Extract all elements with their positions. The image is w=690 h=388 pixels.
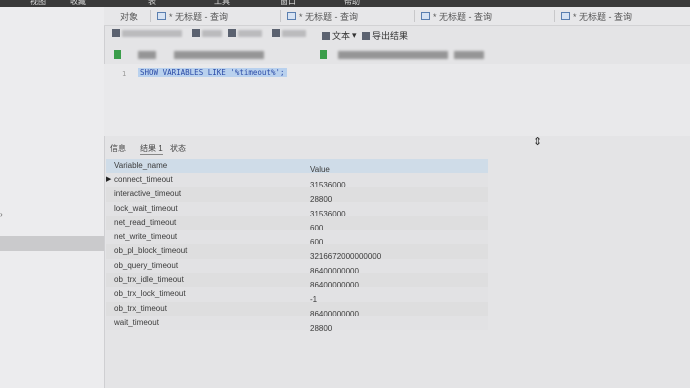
connection-icon bbox=[114, 50, 121, 59]
table-row[interactable]: net_write_timeout 600 bbox=[106, 230, 488, 247]
table-row[interactable]: ob_trx_timeout 86400000000 bbox=[106, 301, 488, 319]
sidebar-selected-item[interactable] bbox=[0, 236, 104, 251]
tab-separator bbox=[150, 10, 151, 22]
menu-item-favorites[interactable]: 收藏 bbox=[70, 0, 86, 7]
text-button[interactable]: 文本 ▾ bbox=[322, 29, 357, 42]
menu-item-window[interactable]: 窗口 bbox=[280, 0, 296, 7]
query-icon bbox=[287, 12, 296, 20]
table-row[interactable]: ob_pl_block_timeout 3216672000000000 bbox=[106, 244, 488, 261]
format-button[interactable] bbox=[228, 29, 262, 37]
beautify-button[interactable] bbox=[272, 29, 306, 37]
tab-result-1[interactable]: 结果 1 bbox=[140, 143, 163, 155]
table-row[interactable]: lock_wait_timeout 31536000 bbox=[106, 201, 488, 219]
menu-item-view[interactable]: 视图 bbox=[30, 0, 46, 7]
table-row[interactable]: ▶ connect_timeout 31536000 bbox=[106, 173, 488, 190]
chevron-right-icon[interactable]: › bbox=[0, 210, 3, 219]
grid-header: Variable_name Value bbox=[106, 159, 488, 174]
chevron-down-icon: ▾ bbox=[352, 30, 357, 40]
export-results-button[interactable]: 导出结果 bbox=[362, 29, 408, 42]
tab-label: * 无标题 - 查询 bbox=[299, 11, 359, 22]
cell-variable-name[interactable]: ob_query_timeout bbox=[114, 261, 178, 270]
column-header-variable-name[interactable]: Variable_name bbox=[114, 161, 167, 170]
save-button[interactable] bbox=[112, 29, 182, 37]
text-label: 文本 bbox=[332, 31, 351, 41]
tab-status[interactable]: 状态 bbox=[170, 143, 186, 154]
tab-label: * 无标题 - 查询 bbox=[169, 11, 229, 22]
tab-label: 对象 bbox=[120, 11, 139, 22]
cell-variable-name[interactable]: ob_pl_block_timeout bbox=[114, 246, 187, 255]
builder-icon bbox=[192, 29, 200, 37]
tab-separator bbox=[554, 10, 555, 22]
cell-variable-name[interactable]: ob_trx_timeout bbox=[114, 304, 167, 313]
cell-variable-name[interactable]: wait_timeout bbox=[114, 318, 159, 327]
table-row[interactable]: interactive_timeout 28800 bbox=[106, 187, 488, 204]
tab-separator bbox=[414, 10, 415, 22]
query-icon bbox=[421, 12, 430, 20]
query-builder-button[interactable] bbox=[192, 29, 222, 37]
tab-query-4[interactable]: * 无标题 - 查询 bbox=[554, 9, 632, 23]
sidebar-menubar: 视图 收藏 bbox=[0, 0, 104, 7]
connection-bar bbox=[104, 47, 690, 63]
sql-editor[interactable]: 1 SHOW VARIABLES LIKE '%timeout%'; bbox=[104, 64, 690, 136]
database-selector[interactable] bbox=[338, 51, 448, 59]
cell-variable-name[interactable]: interactive_timeout bbox=[114, 189, 181, 198]
table-row[interactable]: ob_query_timeout 86400000000 bbox=[106, 258, 488, 276]
database-selector[interactable] bbox=[454, 51, 484, 59]
table-row[interactable]: wait_timeout 28800 bbox=[106, 315, 488, 333]
cell-variable-name[interactable]: connect_timeout bbox=[114, 175, 173, 184]
current-row-marker-icon: ▶ bbox=[106, 176, 112, 183]
tab-query-1[interactable]: * 无标题 - 查询 bbox=[150, 9, 228, 23]
text-icon bbox=[322, 31, 330, 40]
tab-query-2[interactable]: * 无标题 - 查询 bbox=[280, 9, 358, 23]
cell-variable-name[interactable]: lock_wait_timeout bbox=[114, 204, 178, 213]
query-icon bbox=[561, 12, 570, 20]
table-row[interactable]: ob_trx_idle_timeout 86400000000 bbox=[106, 273, 488, 290]
blurred-label bbox=[202, 29, 222, 37]
table-row[interactable]: net_read_timeout 600 bbox=[106, 215, 488, 233]
blurred-label bbox=[282, 29, 306, 37]
menu-item-table[interactable]: 表 bbox=[148, 0, 156, 7]
tab-query-3[interactable]: * 无标题 - 查询 bbox=[414, 9, 492, 23]
export-icon bbox=[362, 31, 370, 40]
connection-selector[interactable] bbox=[138, 51, 156, 59]
database-icon bbox=[320, 50, 327, 59]
result-grid[interactable]: Variable_name Value ▶ connect_timeout 3153… bbox=[106, 159, 488, 333]
blurred-label bbox=[122, 29, 182, 37]
cell-variable-name[interactable]: net_read_timeout bbox=[114, 218, 176, 227]
cell-variable-name[interactable]: ob_trx_lock_timeout bbox=[114, 289, 186, 298]
cell-variable-name[interactable]: net_write_timeout bbox=[114, 232, 177, 241]
tab-separator bbox=[280, 10, 281, 22]
menu-item-help[interactable]: 帮助 bbox=[344, 0, 360, 7]
menubar: 表 工具 窗口 帮助 bbox=[104, 0, 690, 7]
result-tabs: 信息 结果 1 状态 bbox=[104, 141, 690, 155]
format-icon bbox=[228, 29, 236, 37]
object-sidebar[interactable]: 视图 收藏 › bbox=[0, 0, 105, 388]
query-icon bbox=[157, 12, 166, 20]
menu-item-tools[interactable]: 工具 bbox=[214, 0, 230, 7]
tab-objects[interactable]: 对象 bbox=[120, 9, 138, 23]
line-number: 1 bbox=[122, 70, 127, 78]
table-row[interactable]: ob_trx_lock_timeout -1 bbox=[106, 287, 488, 304]
connection-selector[interactable] bbox=[174, 51, 264, 59]
tab-info[interactable]: 信息 bbox=[110, 143, 126, 154]
export-label: 导出结果 bbox=[372, 31, 409, 41]
cell-variable-name[interactable]: ob_trx_idle_timeout bbox=[114, 275, 184, 284]
tab-label: * 无标题 - 查询 bbox=[433, 11, 493, 22]
blurred-label bbox=[238, 29, 262, 37]
save-icon bbox=[112, 29, 120, 37]
tab-bar: 对象 * 无标题 - 查询 * 无标题 - 查询 * 无标题 - 查询 * 无标… bbox=[104, 7, 690, 26]
beautify-icon bbox=[272, 29, 280, 37]
sql-text[interactable]: SHOW VARIABLES LIKE '%timeout%'; bbox=[138, 68, 287, 77]
cell-value[interactable]: 28800 bbox=[310, 324, 332, 333]
tab-label: * 无标题 - 查询 bbox=[573, 11, 633, 22]
query-toolbar: 文本 ▾ 导出结果 bbox=[104, 27, 690, 43]
